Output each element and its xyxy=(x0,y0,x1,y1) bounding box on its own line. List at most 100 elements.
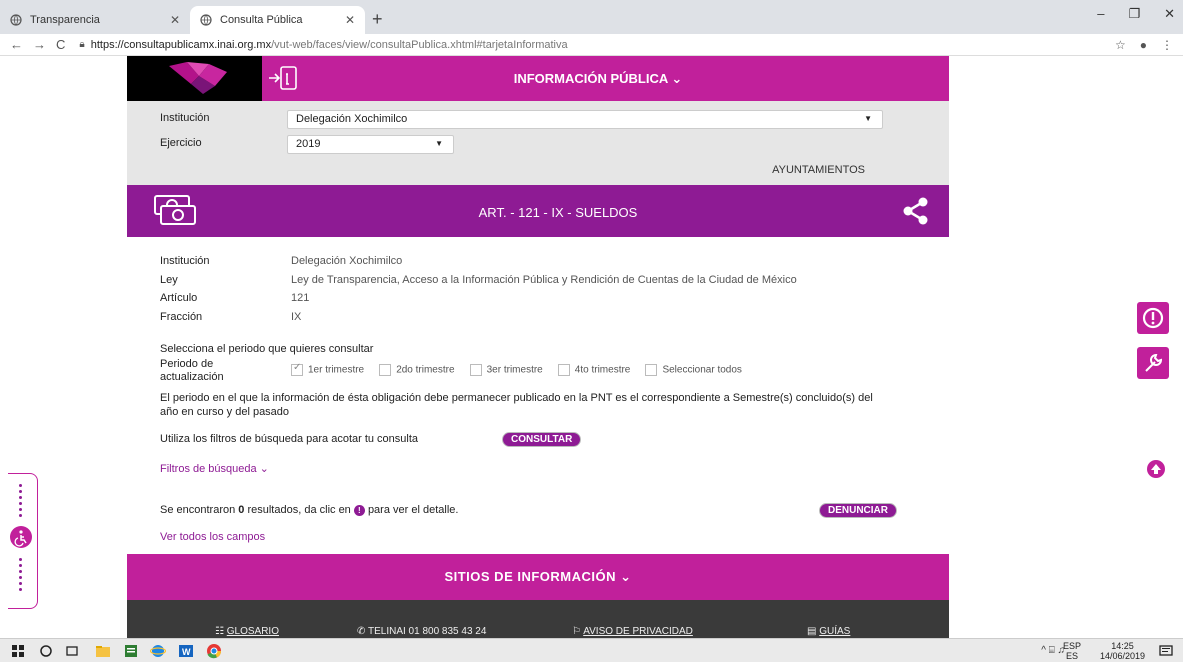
periodo-note-line: año en curso y del pasado xyxy=(160,406,290,418)
close-window-icon[interactable]: ✕ xyxy=(1164,6,1175,22)
tab-transparencia[interactable]: Transparencia ✕ xyxy=(0,6,190,34)
globe-icon xyxy=(200,14,212,26)
info-icon[interactable]: ! xyxy=(353,504,365,516)
file-explorer-icon[interactable] xyxy=(95,643,111,659)
notes-app-icon[interactable] xyxy=(123,643,139,659)
url-path: /vut-web/faces/view/consultaPublica.xhtm… xyxy=(271,38,568,51)
globe-icon xyxy=(10,14,22,26)
results-count: 0 xyxy=(238,504,245,516)
consultar-button[interactable]: CONSULTAR xyxy=(502,432,582,447)
periodo-option-1[interactable]: 1er trimestre xyxy=(291,362,364,377)
checkbox[interactable] xyxy=(379,364,392,377)
denunciar-button[interactable]: DENUNCIAR xyxy=(819,503,897,518)
institucion-value: Delegación Xochimilco xyxy=(296,113,408,125)
guias-link[interactable]: ▤ GUÍAS xyxy=(807,626,850,637)
lock-icon[interactable]: 🔒︎ xyxy=(79,39,84,50)
filters-panel: Institución Delegación Xochimilco ▼ Ejer… xyxy=(127,101,949,185)
svg-text:W: W xyxy=(182,647,191,657)
periodo-option-2[interactable]: 2do trimestre xyxy=(379,364,455,377)
article-title: ART. - 121 - IX - SUELDOS xyxy=(478,205,638,220)
task-view-icon[interactable] xyxy=(64,643,80,659)
accessibility-widget[interactable] xyxy=(8,473,38,609)
detail-row: Artículo xyxy=(160,292,197,304)
results-text: para ver el detalle. xyxy=(367,504,459,516)
menu-icon[interactable]: ⋮ xyxy=(1161,38,1173,52)
option-label: 4to trimestre xyxy=(574,365,631,376)
url-host: https://consultapublicamx.inai.org.mx xyxy=(90,38,272,51)
chrome-icon[interactable] xyxy=(206,643,222,659)
institucion-label: Institución xyxy=(160,112,210,124)
info-publica-title[interactable]: INFORMACIÓN PÚBLICA ⌄ xyxy=(127,71,949,87)
chevron-down-icon: ▼ xyxy=(435,139,443,148)
aviso-privacidad-link[interactable]: ⚐ AVISO DE PRIVACIDAD xyxy=(572,626,693,637)
ejercicio-select[interactable]: 2019 ▼ xyxy=(287,135,454,154)
windows-taskbar: W ^ ⌸ ♫ ESP ES 14:25 14/06/2019 xyxy=(0,638,1183,662)
checkbox[interactable] xyxy=(645,364,658,377)
dots-icon xyxy=(19,558,22,594)
tab-close-icon[interactable]: ✕ xyxy=(345,13,355,27)
ayuntamientos-link[interactable]: AYUNTAMIENTOS xyxy=(772,164,865,176)
bookmark-star-icon[interactable]: ☆ xyxy=(1115,38,1126,52)
checkbox[interactable] xyxy=(469,364,482,377)
clock-date: 14/06/2019 xyxy=(1099,651,1145,661)
accessibility-icon xyxy=(10,526,32,548)
profile-icon[interactable]: ● xyxy=(1140,38,1147,52)
tools-button[interactable] xyxy=(1137,347,1169,379)
periodo-options: 1er trimestre 2do trimestre 3er trimestr… xyxy=(291,362,754,377)
alert-button[interactable] xyxy=(1137,302,1169,334)
alert-icon xyxy=(1142,307,1164,329)
new-tab-button[interactable]: + xyxy=(372,9,383,30)
internet-explorer-icon[interactable] xyxy=(150,643,166,659)
ver-todos-campos-link[interactable]: Ver todos los campos xyxy=(160,531,265,543)
checkbox[interactable] xyxy=(291,362,303,377)
clock[interactable]: 14:25 14/06/2019 xyxy=(1100,641,1145,661)
address-bar: ← → C 🔒︎ https://consultapublicamx.inai.… xyxy=(0,34,1183,56)
telinai-link[interactable]: ✆ TELINAI 01 800 835 43 24 xyxy=(357,626,486,637)
wrench-icon xyxy=(1145,353,1163,372)
aviso-label: AVISO DE PRIVACIDAD xyxy=(583,626,693,637)
periodo-label: Periodo de actualización xyxy=(160,358,224,384)
filtros-busqueda-toggle[interactable]: Filtros de búsqueda ⌄ xyxy=(160,462,269,475)
notifications-icon[interactable] xyxy=(1158,643,1174,659)
info-publica-bar: INFORMACIÓN PÚBLICA ⌄ xyxy=(127,56,949,101)
tray-icons[interactable]: ^ ⌸ ♫ xyxy=(1041,645,1065,656)
windows-start-icon[interactable] xyxy=(10,643,26,659)
results-text: resultados, da clic en xyxy=(247,504,351,516)
scroll-up-button[interactable] xyxy=(1147,460,1165,478)
ejercicio-value: 2019 xyxy=(296,138,321,150)
option-label: Seleccionar todos xyxy=(662,365,742,376)
detail-row: Ley xyxy=(160,274,178,286)
back-icon[interactable]: ← xyxy=(10,37,23,52)
telinai-label: TELINAI 01 800 835 43 24 xyxy=(367,626,487,637)
tab-close-icon[interactable]: ✕ xyxy=(170,13,180,27)
lang-secondary: ES xyxy=(1065,651,1078,661)
language-indicator[interactable]: ESP ES xyxy=(1063,641,1081,661)
checkbox[interactable] xyxy=(557,364,570,377)
sitios-bar: SITIOS DE INFORMACIÓN ⌄ xyxy=(127,554,949,600)
periodo-option-3[interactable]: 3er trimestre xyxy=(469,364,543,377)
search-icon[interactable] xyxy=(38,643,54,659)
periodo-option-4[interactable]: 4to trimestre xyxy=(557,364,631,377)
glosario-link[interactable]: ☷ GLOSARIO xyxy=(215,626,279,637)
periodo-label-line: Periodo de xyxy=(160,358,214,370)
detail-label: Fracción xyxy=(160,311,203,323)
sitios-title[interactable]: SITIOS DE INFORMACIÓN ⌄ xyxy=(127,569,949,585)
url-field[interactable]: https://consultapublicamx.inai.org.mx/vu… xyxy=(91,39,568,51)
periodo-option-all[interactable]: Seleccionar todos xyxy=(645,364,742,377)
restore-icon[interactable]: ❐ xyxy=(1128,6,1140,22)
detail-label: Ley xyxy=(160,274,178,286)
minimize-icon[interactable]: – xyxy=(1097,6,1104,22)
glosario-label: GLOSARIO xyxy=(226,626,279,637)
forward-icon[interactable]: → xyxy=(33,37,46,52)
detail-value: 121 xyxy=(291,292,310,304)
word-icon[interactable]: W xyxy=(178,643,194,659)
clock-time: 14:25 xyxy=(1111,641,1134,651)
detail-label: Artículo xyxy=(160,292,198,304)
share-icon[interactable] xyxy=(903,197,929,225)
detail-value: Ley de Transparencia, Acceso a la Inform… xyxy=(291,274,797,286)
results-text: Se encontraron xyxy=(160,504,236,516)
institucion-select[interactable]: Delegación Xochimilco ▼ xyxy=(287,110,883,129)
reload-icon[interactable]: C xyxy=(56,37,65,52)
tab-label: Consulta Pública xyxy=(220,14,303,26)
tab-consulta-publica[interactable]: Consulta Pública ✕ xyxy=(190,6,365,34)
